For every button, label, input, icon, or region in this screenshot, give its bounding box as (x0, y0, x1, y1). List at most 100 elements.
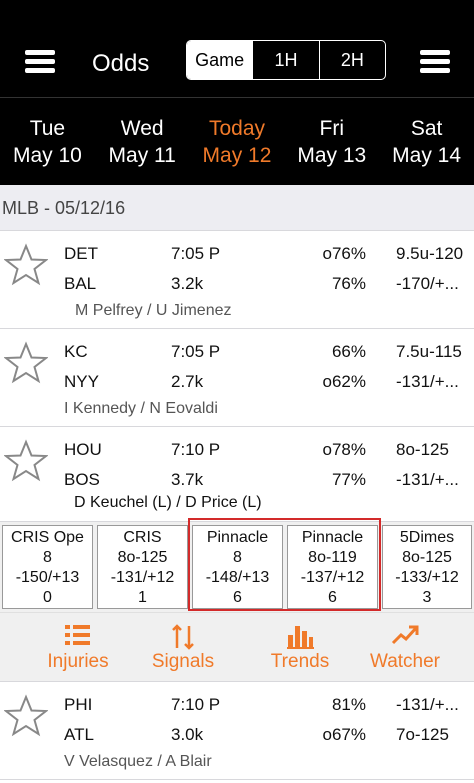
date-tab-tue[interactable]: Tue May 10 (0, 98, 95, 185)
app-header: Odds Game 1H 2H (0, 0, 474, 97)
date-tab-sat[interactable]: Sat May 14 (379, 98, 474, 185)
segment-2h[interactable]: 2H (318, 41, 385, 79)
game-time: 7:10 P (171, 440, 221, 459)
away-line: -131/+... (396, 695, 459, 714)
segment-1h[interactable]: 1H (252, 41, 318, 79)
book-total: 8 (43, 549, 52, 566)
signals-label: Signals (151, 651, 215, 672)
injuries-button[interactable]: Injuries (38, 613, 118, 683)
book-name: 5Dimes (399, 529, 455, 546)
away-line: 7.5u-115 (396, 342, 462, 361)
date-label: May 12 (202, 144, 272, 167)
game-row[interactable]: DET BAL 7:05 P 3.2k o76% 76% 9.5u-120 -1… (0, 231, 474, 329)
game-row[interactable]: KC NYY 7:05 P 2.7k 66% o62% 7.5u-115 -13… (0, 329, 474, 427)
away-team: HOU (64, 440, 102, 459)
pitchers: M Pelfrey / U Jimenez (75, 302, 232, 319)
game-time: 7:10 P (171, 695, 221, 714)
book-pinnacle-open[interactable]: Pinnacle 8 -148/+13 6 (192, 525, 283, 609)
home-line: 7o-125 (396, 725, 449, 744)
period-segmented-control: Game 1H 2H (186, 40, 386, 80)
away-team: DET (64, 244, 98, 263)
date-label: May 14 (392, 144, 462, 167)
book-total: 8o-125 (117, 549, 168, 566)
date-selector: Tue May 10 Wed May 11 Today May 12 Fri May 1… (0, 97, 474, 185)
bar-chart-icon (287, 626, 314, 649)
book-moneyline-cont: 0 (43, 589, 52, 606)
date-tab-fri[interactable]: Fri May 13 (284, 98, 379, 185)
away-line: 8o-125 (396, 440, 449, 459)
away-percent: o78% (322, 440, 366, 459)
game-time: 7:05 P (171, 244, 221, 263)
home-percent: o62% (322, 372, 366, 391)
page-title: Odds (92, 50, 150, 77)
away-team: KC (64, 342, 88, 361)
star-icon[interactable] (4, 243, 48, 287)
options-menu-icon[interactable] (420, 50, 450, 74)
section-header: MLB - 05/12/16 (0, 185, 474, 231)
home-team: BAL (64, 274, 97, 293)
home-team: ATL (64, 725, 94, 744)
home-line: -131/+... (396, 372, 459, 391)
star-icon[interactable] (4, 694, 48, 738)
book-total: 8o-119 (308, 549, 357, 566)
date-dow: Sat (410, 117, 443, 140)
home-line: -170/+... (396, 274, 459, 293)
book-name: CRIS Ope (11, 529, 84, 546)
date-dow: Fri (319, 117, 345, 140)
date-label: May 11 (108, 144, 176, 167)
book-cris[interactable]: CRIS 8o-125 -131/+12 1 (97, 525, 188, 609)
trend-arrow-icon (391, 625, 419, 645)
game-row-expanded[interactable]: HOU BOS 7:10 P 3.7k o78% 77% 8o-125 -131… (0, 427, 474, 522)
book-moneyline: -137/+12 (300, 569, 365, 586)
injuries-label: Injuries (47, 651, 109, 672)
book-name: Pinnacle (206, 529, 269, 546)
watcher-button[interactable]: Watcher (358, 613, 452, 683)
away-percent: o76% (322, 244, 366, 263)
away-percent: 66% (331, 342, 366, 361)
book-moneyline-cont: 6 (328, 589, 337, 606)
book-pinnacle[interactable]: Pinnacle 8o-119 -137/+12 6 (287, 525, 378, 609)
date-tab-today[interactable]: Today May 12 (190, 98, 285, 185)
bet-count: 3.0k (171, 725, 204, 744)
games-list[interactable]: MLB - 05/12/16 DET BAL 7:05 P 3.2k o76% … (0, 185, 474, 783)
star-icon[interactable] (4, 439, 48, 483)
book-moneyline-cont: 6 (233, 589, 242, 606)
pitchers: D Keuchel (L) / D Price (L) (74, 494, 262, 511)
book-total: 8 (233, 549, 242, 566)
action-bar: Injuries Signals Trends Watcher (0, 612, 474, 682)
away-percent: 81% (331, 695, 366, 714)
date-label: May 10 (12, 144, 82, 167)
game-row[interactable]: PHI ATL 7:10 P 3.0k 81% o67% -131/+... 7… (0, 682, 474, 780)
trends-label: Trends (270, 651, 330, 672)
book-moneyline-cont: 3 (422, 589, 432, 606)
bet-count: 3.7k (171, 470, 204, 489)
home-percent: o67% (322, 725, 366, 744)
away-line: 9.5u-120 (396, 244, 464, 263)
home-team: BOS (64, 470, 100, 489)
book-total: 8o-125 (402, 549, 452, 566)
watcher-label: Watcher (369, 651, 441, 672)
date-tab-wed[interactable]: Wed May 11 (95, 98, 190, 185)
home-percent: 76% (331, 274, 366, 293)
signals-icon (172, 624, 194, 650)
segment-game[interactable]: Game (187, 41, 253, 79)
away-team: PHI (64, 695, 93, 714)
date-dow: Wed (120, 117, 164, 140)
home-percent: 77% (331, 470, 366, 489)
star-icon[interactable] (4, 341, 48, 385)
home-team: NYY (64, 372, 99, 391)
signals-button[interactable]: Signals (141, 613, 225, 683)
game-time: 7:05 P (171, 342, 221, 361)
book-moneyline: -150/+13 (15, 569, 80, 586)
pitchers: V Velasquez / A Blair (64, 753, 212, 770)
book-moneyline-cont: 1 (138, 589, 147, 606)
bet-count: 2.7k (171, 372, 204, 391)
book-name: Pinnacle (301, 529, 364, 546)
menu-icon[interactable] (25, 50, 55, 74)
book-cris-open[interactable]: CRIS Ope 8 -150/+13 0 (2, 525, 93, 609)
trends-button[interactable]: Trends (262, 613, 338, 683)
date-dow: Today (208, 117, 266, 140)
book-5dimes[interactable]: 5Dimes 8o-125 -133/+12 3 (382, 525, 472, 609)
sportsbook-odds-row: CRIS Ope 8 -150/+13 0 CRIS 8o-125 -131/+… (0, 518, 474, 612)
book-moneyline: -131/+12 (110, 569, 175, 586)
